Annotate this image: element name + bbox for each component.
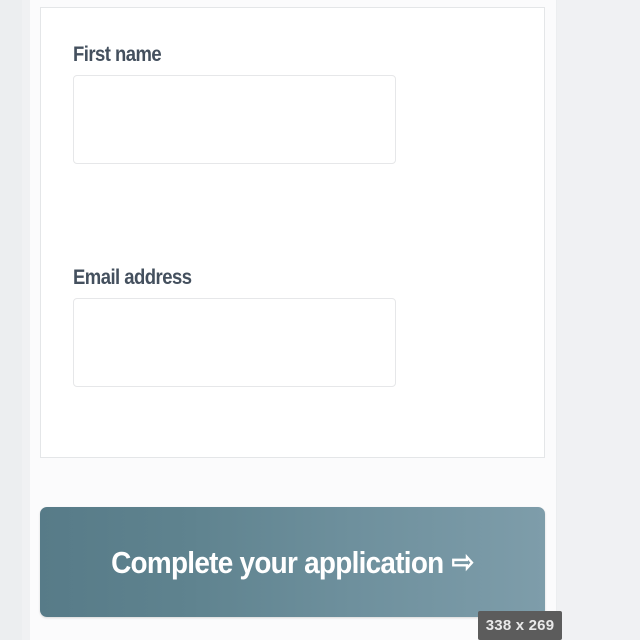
field-group-email-address: Email address xyxy=(73,267,396,387)
first-name-label: First name xyxy=(73,43,162,66)
arrow-right-icon: ⇨ xyxy=(451,546,475,579)
page-root: First name Email address Complete your a… xyxy=(0,0,640,640)
complete-application-button[interactable]: Complete your application ⇨ xyxy=(40,507,545,617)
left-gutter xyxy=(0,0,22,640)
dimension-readout-text: 338 x 269 xyxy=(485,617,555,634)
email-address-input[interactable] xyxy=(73,298,396,387)
submit-button-label-wrap: Complete your application ⇨ xyxy=(111,544,475,580)
form-card: First name Email address xyxy=(40,7,545,458)
field-group-first-name: First name xyxy=(73,44,396,164)
first-name-input[interactable] xyxy=(73,75,396,164)
dimension-readout-badge: 338 x 269 xyxy=(478,611,562,640)
email-address-label: Email address xyxy=(73,266,192,289)
submit-button-text: Complete your application xyxy=(111,544,444,580)
